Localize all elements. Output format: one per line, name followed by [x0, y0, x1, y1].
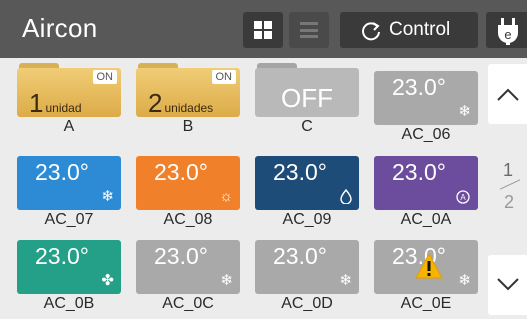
tile-label: AC_09	[282, 211, 332, 228]
snowflake-icon: ❄	[101, 188, 114, 205]
sun-icon: ☼	[219, 188, 233, 205]
unit-tile-ac0b[interactable]: 23.0° ✤ AC_0B	[17, 240, 121, 314]
unit-tile-ac06[interactable]: 23.0° ❄ AC_06	[374, 71, 478, 145]
group-tile-a[interactable]: ON 1 unidad A	[17, 63, 121, 137]
unit-tile-ac08[interactable]: 23.0° ☼ AC_08	[136, 156, 240, 230]
unit-count-label: unidades	[164, 101, 214, 115]
tile-label: AC_08	[163, 211, 213, 228]
page-title: Aircon	[22, 13, 98, 43]
temperature: 23.0°	[154, 159, 208, 185]
control-label: Control	[389, 19, 451, 40]
unit-tile-ac07[interactable]: 23.0° ❄ AC_07	[17, 156, 121, 230]
svg-text:e: e	[504, 27, 511, 42]
header-bar: Aircon Control e	[0, 0, 527, 58]
tile-label: AC_0D	[281, 295, 333, 312]
page-down-button[interactable]	[488, 255, 527, 315]
energy-button[interactable]: e	[486, 12, 527, 48]
total-pages: 2	[504, 192, 515, 212]
temperature: 23.0°	[273, 159, 327, 185]
snowflake-icon: ❄	[458, 272, 471, 289]
page-up-button[interactable]	[488, 64, 527, 124]
list-view-button[interactable]	[289, 12, 329, 48]
tile-label: B	[182, 118, 194, 135]
tile-label: AC_0C	[162, 295, 214, 312]
current-page: 1	[503, 160, 514, 180]
control-button[interactable]: Control	[340, 12, 478, 48]
temperature: 23.0°	[154, 243, 208, 269]
temperature: 23.0°	[35, 243, 89, 269]
tile-label: C	[301, 118, 313, 135]
fan-icon: ✤	[101, 272, 114, 289]
temperature: 23.0°	[392, 74, 446, 100]
refresh-icon	[362, 22, 380, 41]
svg-text:A: A	[460, 193, 466, 202]
page-indicator: 1 2	[497, 160, 523, 220]
unit-count-label: unidad	[45, 101, 82, 115]
plug-icon: e	[498, 18, 518, 45]
tile-label: AC_0E	[400, 295, 452, 312]
tile-label: AC_0A	[400, 211, 452, 228]
chevron-down-icon	[497, 278, 519, 291]
group-tile-b[interactable]: ON 2 unidades B	[136, 63, 240, 137]
unit-tile-ac0c[interactable]: 23.0° ❄ AC_0C	[136, 240, 240, 314]
unit-count: 1	[29, 88, 44, 117]
snowflake-icon: ❄	[339, 272, 352, 289]
tile-label: AC_06	[401, 126, 451, 143]
grid-icon	[254, 21, 272, 39]
unit-tile-ac0e[interactable]: 23.0° ❄ AC_0E	[374, 240, 478, 314]
warning-icon	[415, 252, 443, 279]
group-tile-c[interactable]: OFF C	[255, 63, 359, 137]
status-badge: ON	[211, 70, 236, 84]
temperature: 23.0°	[273, 243, 327, 269]
status-badge: ON	[92, 70, 117, 84]
unit-tile-ac09[interactable]: 23.0° AC_09	[255, 156, 359, 230]
tile-label: AC_0B	[43, 295, 95, 312]
snowflake-icon: ❄	[220, 272, 233, 289]
unit-count: 2	[148, 88, 163, 117]
list-icon	[300, 22, 318, 38]
unit-tile-ac0d[interactable]: 23.0° ❄ AC_0D	[255, 240, 359, 314]
temperature: 23.0°	[392, 159, 446, 185]
auto-mode-icon: A	[455, 189, 471, 204]
tile-label: A	[63, 118, 75, 135]
tile-label: AC_07	[44, 211, 94, 228]
droplet-icon	[340, 189, 352, 204]
off-status: OFF	[281, 83, 333, 113]
unit-tile-ac0a[interactable]: 23.0° A AC_0A	[374, 156, 478, 230]
grid-view-button[interactable]	[243, 12, 283, 48]
snowflake-icon: ❄	[458, 103, 471, 120]
chevron-up-icon	[497, 88, 519, 101]
temperature: 23.0°	[35, 159, 89, 185]
